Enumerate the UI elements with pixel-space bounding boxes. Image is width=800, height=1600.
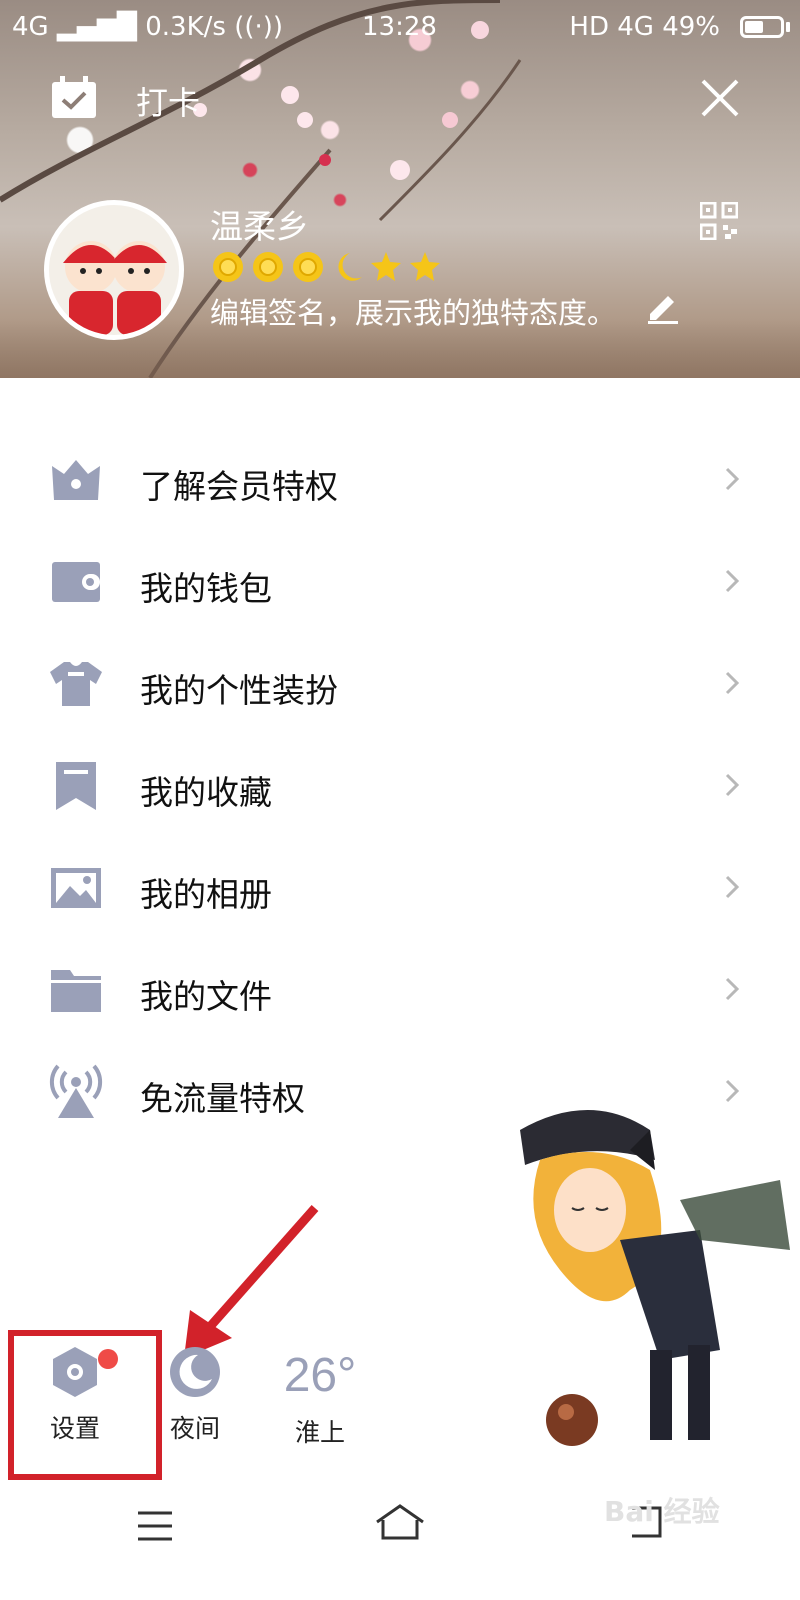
menu-item-wallet[interactable]: 我的钱包 — [0, 532, 800, 634]
settings-label: 设置 — [49, 1414, 100, 1443]
status-network-right: HD 4G — [569, 12, 654, 42]
menu-item-label: 了解会员特权 — [140, 467, 338, 506]
close-icon[interactable] — [700, 78, 740, 118]
avatar[interactable] — [44, 200, 184, 340]
battery-percent: 49% — [662, 12, 720, 42]
weather-button[interactable]: 26° 淮上 — [270, 1345, 370, 1449]
status-time: 13:28 — [362, 12, 437, 42]
level-badges[interactable] — [210, 247, 450, 287]
chevron-right-icon — [725, 875, 740, 899]
qr-code-icon[interactable] — [700, 202, 738, 240]
username[interactable]: 温柔乡 — [210, 200, 309, 248]
folder-icon — [51, 970, 101, 1012]
chevron-right-icon — [725, 773, 740, 797]
menu-icon[interactable] — [136, 1510, 174, 1542]
home-icon[interactable] — [374, 1502, 426, 1542]
battery-fill — [745, 21, 763, 33]
chevron-right-icon — [725, 671, 740, 695]
menu-item-label: 我的个性装扮 — [140, 671, 338, 710]
menu-item-vip-privileges[interactable]: 了解会员特权 — [0, 430, 800, 532]
menu-item-personalization[interactable]: 我的个性装扮 — [0, 634, 800, 736]
menu-item-album[interactable]: 我的相册 — [0, 838, 800, 940]
pencil-icon[interactable] — [646, 290, 680, 324]
chevron-right-icon — [725, 569, 740, 593]
nfc-icon: ((·)) — [234, 12, 284, 42]
sun-icon — [293, 252, 323, 282]
shirt-icon — [50, 662, 102, 706]
star-icon — [410, 252, 440, 281]
status-left: 4G ▂▄▆█ 0.3K/s ((·)) — [12, 12, 283, 42]
temperature: 26° — [283, 1349, 357, 1402]
battery-icon — [740, 16, 784, 38]
sun-icon — [253, 252, 283, 282]
menu-item-label: 免流量特权 — [140, 1079, 305, 1118]
bookmark-icon — [56, 762, 96, 810]
menu-list: 了解会员特权 我的钱包 我的个性装扮 我的收藏 我的相册 我的文件 免流量特权 — [0, 430, 800, 1144]
chevron-right-icon — [725, 467, 740, 491]
city-label: 淮上 — [294, 1418, 345, 1447]
night-mode-button[interactable]: 夜间 — [150, 1345, 240, 1445]
menu-item-label: 我的收藏 — [140, 773, 272, 812]
picture-icon — [51, 868, 101, 908]
network-speed: 0.3K/s — [145, 12, 226, 42]
network-type: 4G — [12, 12, 49, 42]
watermark: Bai 经验 — [604, 1495, 720, 1528]
moon-icon — [338, 253, 362, 281]
signal-tower-icon — [49, 1064, 103, 1118]
menu-item-label: 我的钱包 — [140, 569, 272, 608]
status-bar: 4G ▂▄▆█ 0.3K/s ((·)) 13:28 HD 4G 49% — [0, 0, 800, 54]
moon-icon — [170, 1347, 220, 1397]
star-icon — [371, 252, 401, 281]
settings-button[interactable]: 设置 — [30, 1345, 120, 1445]
avatar-image — [63, 241, 167, 335]
checkin-label[interactable]: 打卡 — [136, 78, 200, 124]
signature-text[interactable]: 编辑签名，展示我的独特态度。 — [210, 290, 616, 332]
settings-hexagon-icon — [53, 1347, 97, 1397]
notification-dot — [98, 1349, 118, 1369]
menu-item-favorites[interactable]: 我的收藏 — [0, 736, 800, 838]
chevron-right-icon — [725, 977, 740, 1001]
status-right: HD 4G 49% — [569, 12, 720, 42]
menu-item-label: 我的文件 — [140, 977, 272, 1016]
crown-icon — [52, 460, 100, 500]
night-label: 夜间 — [169, 1414, 220, 1443]
red-arrow-annotation — [184, 1205, 319, 1358]
sun-icon — [213, 252, 243, 282]
signal-icon: ▂▄▆█ — [56, 12, 137, 42]
menu-item-files[interactable]: 我的文件 — [0, 940, 800, 1042]
calendar-check-icon[interactable] — [50, 76, 98, 120]
menu-item-label: 我的相册 — [140, 875, 272, 914]
battery-tip — [786, 22, 790, 32]
wallet-icon — [52, 562, 100, 602]
decorative-character-image — [520, 1110, 790, 1446]
